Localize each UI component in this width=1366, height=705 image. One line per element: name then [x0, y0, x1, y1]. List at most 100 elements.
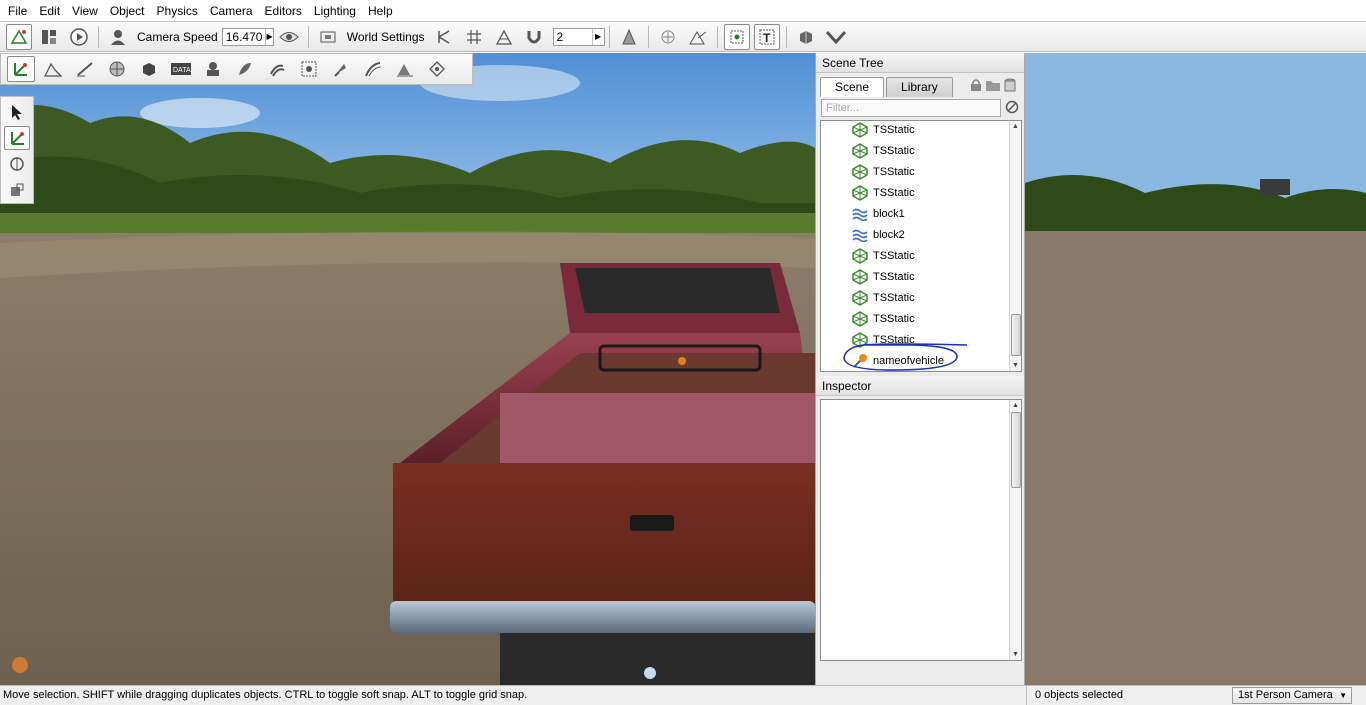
svg-text:T: T	[763, 31, 771, 45]
terrain-snap-icon[interactable]	[491, 24, 517, 50]
forest-editor-icon[interactable]	[199, 56, 227, 82]
scene-render-right	[1025, 53, 1366, 685]
clear-filter-icon[interactable]	[1005, 100, 1019, 117]
status-message: Move selection. SHIFT while dragging dup…	[3, 689, 528, 701]
magnet-icon[interactable]	[521, 24, 547, 50]
scrollbar-thumb[interactable]	[1011, 314, 1021, 356]
select-arrow-icon[interactable]	[4, 100, 30, 124]
main-toolbar: Camera Speed 16.470 ▶ World Settings 2 ▶	[0, 22, 1366, 52]
scroll-up-icon[interactable]: ▲	[1010, 121, 1021, 132]
snap-value: 2	[556, 29, 564, 44]
menu-editors[interactable]: Editors	[259, 0, 308, 22]
scene-tree-list[interactable]: TSStatic TSStatic TSStatic TSStatic bloc…	[820, 120, 1022, 372]
terrain-editor-icon[interactable]	[39, 56, 67, 82]
sketch-tool-icon[interactable]	[423, 56, 451, 82]
world-settings-label[interactable]: World Settings	[347, 30, 425, 44]
shape-editor-icon[interactable]	[391, 56, 419, 82]
toolbar-separator	[608, 25, 610, 48]
menu-help[interactable]: Help	[362, 0, 399, 22]
world-editor-icon[interactable]	[6, 23, 32, 50]
material-editor-icon[interactable]	[103, 56, 131, 82]
inspector-scrollbar[interactable]: ▲ ▼	[1009, 400, 1021, 660]
menu-view[interactable]: View	[66, 0, 104, 22]
box-drop-icon[interactable]	[793, 24, 819, 50]
tree-item[interactable]: TSStatic	[851, 140, 915, 161]
chevron-right-icon[interactable]: ▶	[265, 28, 273, 45]
toolbar-separator	[647, 25, 649, 48]
viewport-3d[interactable]	[0, 53, 815, 685]
scrollbar-thumb[interactable]	[1011, 412, 1021, 488]
selection-mode-icon[interactable]	[616, 24, 642, 50]
text-label-icon[interactable]: T	[753, 23, 780, 50]
tree-item[interactable]: TSStatic	[851, 308, 915, 329]
eye-icon[interactable]	[276, 24, 302, 50]
tsstatic-icon	[851, 268, 869, 285]
editor-side-panel: Scene Tree Scene Library Filter... TSSta…	[815, 53, 1025, 685]
tsstatic-icon	[851, 289, 869, 306]
tab-library[interactable]: Library	[886, 77, 953, 97]
tree-item-label: block1	[873, 207, 905, 220]
particle-editor-icon[interactable]	[327, 56, 355, 82]
lock-icon[interactable]	[970, 78, 982, 95]
scene-filter-input[interactable]: Filter...	[821, 99, 1001, 117]
toolbar-separator	[716, 25, 718, 48]
chevron-right-icon[interactable]: ▶	[591, 28, 604, 45]
tsstatic-icon	[851, 121, 869, 138]
menu-file[interactable]: File	[2, 0, 33, 22]
terrain-painter-icon[interactable]	[71, 56, 99, 82]
menu-edit[interactable]: Edit	[33, 0, 66, 22]
camera-user-icon[interactable]	[105, 24, 131, 50]
drop-to-ground-icon[interactable]	[823, 24, 849, 50]
camera-view-icon[interactable]	[315, 24, 341, 50]
visibility-toggle-icon[interactable]	[723, 23, 750, 50]
tree-item[interactable]: TSStatic	[851, 182, 915, 203]
camera-speed-value: 16.470	[225, 29, 263, 44]
tree-item[interactable]: block2	[851, 224, 905, 245]
tree-item[interactable]: TSStatic	[851, 161, 915, 182]
grid-snap-icon[interactable]	[461, 24, 487, 50]
menu-lighting[interactable]: Lighting	[308, 0, 362, 22]
object-editor-icon[interactable]	[7, 56, 35, 82]
snap-object-icon[interactable]	[431, 24, 457, 50]
camera-speed-field[interactable]: 16.470 ▶	[221, 27, 274, 46]
scroll-down-icon[interactable]: ▼	[1010, 649, 1021, 660]
tree-item[interactable]: TSStatic	[851, 121, 915, 140]
snap-value-field[interactable]: 2 ▶	[552, 27, 605, 46]
tab-scene[interactable]: Scene	[820, 77, 885, 97]
tree-item-label: TSStatic	[873, 270, 915, 283]
move-gizmo-icon[interactable]	[4, 126, 30, 150]
scroll-down-icon[interactable]: ▼	[1010, 360, 1021, 371]
play-icon[interactable]	[66, 24, 92, 50]
tree-item[interactable]: TSStatic	[851, 266, 915, 287]
mesh-road-icon[interactable]	[135, 56, 163, 82]
world-axis-icon[interactable]	[685, 24, 711, 50]
tree-item[interactable]: block1	[851, 203, 905, 224]
status-bar: Move selection. SHIFT while dragging dup…	[0, 685, 1366, 705]
menu-object[interactable]: Object	[104, 0, 151, 22]
menu-camera[interactable]: Camera	[204, 0, 259, 22]
folder-icon[interactable]	[985, 78, 1001, 95]
camera-mode-select[interactable]: 1st Person Camera ▼	[1232, 687, 1352, 704]
decal-editor-icon[interactable]	[231, 56, 259, 82]
object-center-icon[interactable]	[655, 24, 681, 50]
scale-gizmo-icon[interactable]	[4, 178, 30, 202]
menu-physics[interactable]: Physics	[151, 0, 204, 22]
scroll-up-icon[interactable]: ▲	[1010, 400, 1021, 411]
viewport-3d-right[interactable]	[1025, 53, 1366, 685]
datablock-editor-icon[interactable]: DATA	[167, 56, 195, 82]
scene-tree-scrollbar[interactable]: ▲ ▼	[1009, 121, 1021, 371]
tree-item[interactable]: TSStatic	[851, 287, 915, 308]
tree-item[interactable]: TSStatic	[851, 245, 915, 266]
rotate-gizmo-icon[interactable]	[4, 152, 30, 176]
road-editor-icon[interactable]	[359, 56, 387, 82]
trash-icon[interactable]	[1004, 78, 1016, 95]
nav-editor-icon[interactable]	[295, 56, 323, 82]
tsstatic-icon	[851, 310, 869, 327]
tsstatic-icon	[851, 163, 869, 180]
tree-item-label: block2	[873, 228, 905, 241]
svg-text:DATA: DATA	[173, 67, 191, 74]
gui-editor-icon[interactable]	[36, 24, 62, 50]
inspector-panel[interactable]: ▲ ▼	[820, 399, 1022, 661]
river-editor-icon[interactable]	[263, 56, 291, 82]
transform-palette	[0, 96, 34, 204]
